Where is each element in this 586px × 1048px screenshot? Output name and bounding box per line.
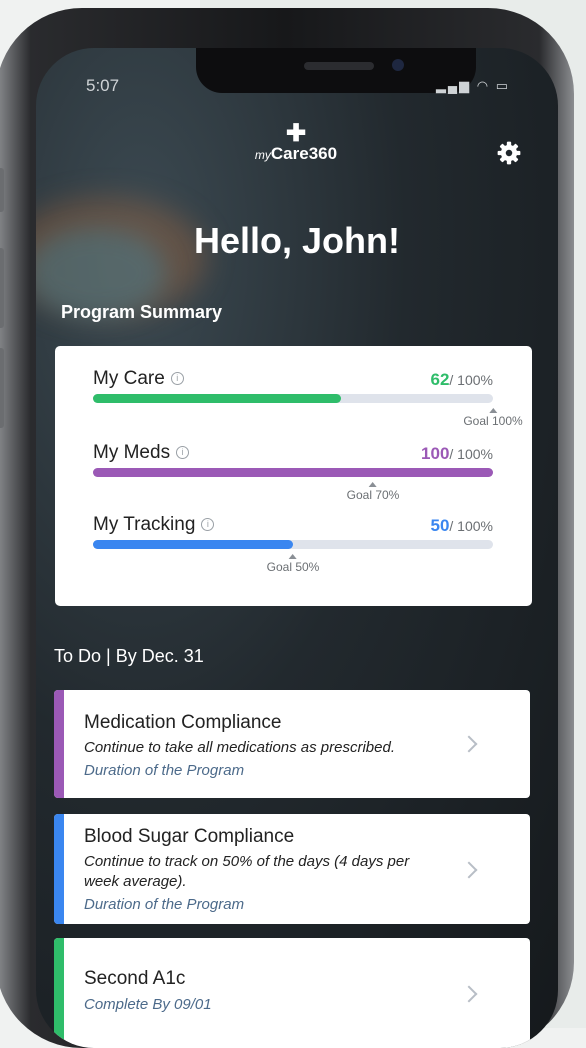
phone-frame: 5:07 ▂▄▆ ◠ ▭ ✚ myCare360 Hello, John! Pr… bbox=[0, 8, 574, 1048]
todo-description: Continue to track on 50% of the days (4 … bbox=[84, 853, 410, 890]
speaker bbox=[304, 62, 374, 70]
goal-label: Goal 70% bbox=[346, 488, 400, 502]
volume-up-button bbox=[0, 248, 4, 328]
goal-label: Goal 100% bbox=[463, 414, 523, 428]
todo-due-date: Complete By 09/01 bbox=[84, 996, 212, 1013]
todo-accent-bar bbox=[54, 938, 64, 1048]
info-icon[interactable]: i bbox=[201, 518, 215, 532]
todo-description: Continue to take all medications as pres… bbox=[84, 739, 396, 756]
program-summary-title: Program Summary bbox=[61, 302, 223, 322]
greeting: Hello, John! bbox=[194, 220, 400, 261]
program-summary-card: My Care i 62/ 100% Goal 100% My Meds i 100… bbox=[55, 346, 532, 606]
todo-title: To Do | By Dec. 31 bbox=[54, 646, 204, 666]
app-screen: 5:07 ▂▄▆ ◠ ▭ ✚ myCare360 Hello, John! Pr… bbox=[36, 48, 558, 1048]
todo-item-medication[interactable]: Medication Compliance Continue to take a… bbox=[54, 690, 530, 798]
progress-fill bbox=[93, 540, 293, 549]
progress-fill bbox=[93, 468, 493, 477]
mute-switch bbox=[0, 168, 4, 212]
todo-item-a1c[interactable]: Second A1c Complete By 09/01 bbox=[54, 938, 530, 1048]
todo-item-blood-sugar[interactable]: Blood Sugar Compliance Continue to track… bbox=[54, 814, 530, 924]
notch bbox=[196, 48, 476, 93]
progress-track bbox=[93, 394, 493, 403]
progress-value: 100 bbox=[421, 444, 450, 463]
progress-value: 50 bbox=[430, 516, 450, 535]
chevron-right-icon bbox=[460, 735, 478, 753]
app-logo: ✚ myCare360 bbox=[236, 120, 356, 164]
todo-title: Medication Compliance bbox=[84, 712, 282, 733]
logo-prefix: my bbox=[254, 148, 271, 162]
logo-cross-icon: ✚ bbox=[285, 120, 307, 147]
status-time: 5:07 bbox=[86, 76, 120, 95]
settings-gear-icon[interactable] bbox=[496, 140, 522, 166]
progress-label: My Meds bbox=[93, 442, 171, 463]
info-icon[interactable]: i bbox=[170, 372, 184, 386]
progress-suffix: / 100% bbox=[449, 372, 493, 388]
todo-title: Blood Sugar Compliance bbox=[84, 826, 295, 847]
goal-triangle-icon bbox=[489, 408, 497, 413]
progress-track bbox=[93, 540, 493, 549]
todo-accent-bar bbox=[54, 690, 64, 798]
progress-label: My Care bbox=[93, 368, 165, 389]
status-icons: ▂▄▆ ◠ ▭ bbox=[435, 78, 510, 93]
todo-duration: Duration of the Program bbox=[84, 762, 245, 779]
progress-fill bbox=[93, 394, 341, 403]
goal-marker: Goal 100% bbox=[463, 408, 523, 428]
logo-name: Care360 bbox=[270, 144, 338, 163]
goal-marker: Goal 50% bbox=[266, 554, 320, 574]
front-camera bbox=[392, 59, 404, 71]
info-icon[interactable]: i bbox=[176, 446, 190, 460]
chevron-right-icon bbox=[460, 985, 478, 1003]
progress-suffix: / 100% bbox=[449, 446, 493, 462]
progress-value: 62 bbox=[430, 370, 450, 389]
progress-label: My Tracking bbox=[93, 514, 196, 535]
progress-suffix: / 100% bbox=[449, 518, 493, 534]
goal-marker: Goal 70% bbox=[346, 482, 400, 502]
goal-triangle-icon bbox=[368, 482, 377, 487]
todo-duration: Duration of the Program bbox=[84, 896, 245, 913]
goal-label: Goal 50% bbox=[266, 560, 320, 574]
chevron-right-icon bbox=[460, 861, 478, 879]
progress-track bbox=[93, 468, 493, 477]
volume-down-button bbox=[0, 348, 4, 428]
todo-accent-bar bbox=[54, 814, 64, 924]
goal-triangle-icon bbox=[288, 554, 297, 559]
todo-title: Second A1c bbox=[84, 968, 186, 989]
